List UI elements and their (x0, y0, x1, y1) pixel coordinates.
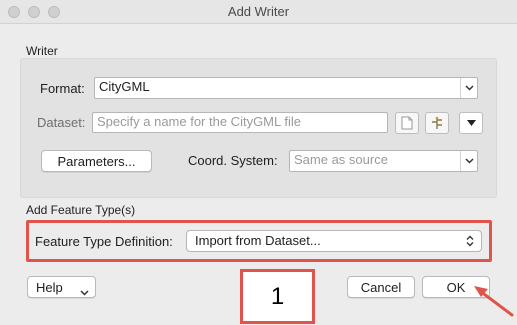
parameters-button[interactable]: Parameters... (41, 150, 152, 172)
chevron-down-icon (460, 78, 477, 98)
dataset-input[interactable]: Specify a name for the CityGML file (92, 112, 388, 133)
chevron-down-icon (80, 284, 89, 299)
feature-type-definition-select[interactable]: Import from Dataset... (186, 230, 482, 252)
format-value: CityGML (99, 79, 150, 94)
help-button[interactable]: Help (27, 276, 96, 298)
step-number-callout: 1 (240, 269, 315, 324)
coord-system-value: Same as source (294, 152, 388, 167)
format-label: Format: (40, 81, 85, 96)
chevron-down-icon (460, 151, 477, 171)
writer-section-label: Writer (26, 44, 58, 58)
window-title: Add Writer (227, 4, 290, 19)
cancel-button[interactable]: Cancel (347, 276, 415, 298)
help-label: Help (36, 279, 63, 295)
format-select[interactable]: CityGML (94, 77, 478, 99)
dataset-options-button[interactable] (459, 112, 483, 134)
feature-type-definition-value: Import from Dataset... (195, 233, 321, 248)
arrow-icon (474, 286, 514, 317)
feature-type-definition-label: Feature Type Definition: (35, 234, 173, 249)
up-down-chevron-icon (462, 231, 478, 251)
dataset-placeholder: Specify a name for the CityGML file (97, 114, 301, 129)
browse-file-button[interactable] (395, 112, 419, 134)
triangle-down-icon (466, 120, 476, 126)
coord-system-label: Coord. System: (188, 153, 278, 168)
dataset-label: Dataset: (37, 115, 86, 130)
tree-icon (432, 116, 442, 129)
file-icon (401, 116, 413, 130)
coord-system-select[interactable]: Same as source (289, 150, 478, 172)
feature-type-section-label: Add Feature Type(s) (26, 203, 136, 217)
browse-tree-button[interactable] (425, 112, 449, 134)
